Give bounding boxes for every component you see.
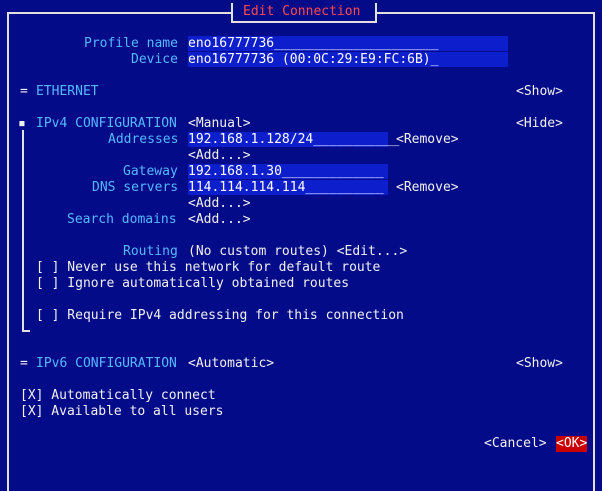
ethernet-show-button[interactable]: <Show> — [516, 84, 563, 100]
ipv6-label: IPv6 CONFIGURATION — [36, 356, 177, 371]
ipv6-marker: = — [20, 356, 28, 371]
search-domains-label: Search domains — [67, 212, 177, 227]
ipv4-method-select[interactable]: <Manual> — [188, 116, 251, 132]
terminal-window: { "dialog": { "title": "Edit Connection"… — [0, 0, 602, 491]
add-search-domain-button[interactable]: <Add...> — [188, 212, 251, 228]
dialog-title: Edit Connection — [243, 4, 361, 19]
never-default-route-checkbox[interactable]: [ ] Never use this network for default r… — [36, 260, 380, 276]
gateway-input[interactable]: 192.168.1.30_____________ — [188, 164, 388, 179]
ipv4-hide-button[interactable]: <Hide> — [516, 116, 563, 132]
require-ipv4-checkbox[interactable]: [ ] Require IPv4 addressing for this con… — [36, 308, 404, 324]
device-label: Device — [131, 52, 178, 67]
ethernet-label: ETHERNET — [36, 84, 99, 99]
ipv6-show-button[interactable]: <Show> — [516, 356, 563, 372]
all-users-checkbox[interactable]: [X] Available to all users — [20, 404, 224, 420]
remove-address-button[interactable]: <Remove> — [396, 132, 459, 148]
remove-dns-button[interactable]: <Remove> — [396, 180, 459, 196]
ipv6-method-select[interactable]: <Automatic> — [188, 356, 274, 372]
address-input[interactable]: 192.168.1.128/24___________ — [188, 132, 399, 147]
dns-input[interactable]: 114.114.114.114__________ — [188, 180, 388, 195]
ipv4-section-line — [22, 130, 24, 332]
ipv4-section-cap — [22, 330, 30, 332]
addresses-label: Addresses — [108, 132, 179, 147]
ignore-routes-checkbox[interactable]: [ ] Ignore automatically obtained routes — [36, 276, 349, 292]
profile-name-label: Profile name — [84, 36, 178, 51]
add-dns-button[interactable]: <Add...> — [188, 196, 251, 212]
cancel-button[interactable]: <Cancel> — [484, 436, 547, 452]
ethernet-marker: = — [20, 84, 28, 99]
dns-label: DNS servers — [92, 180, 179, 195]
add-address-button[interactable]: <Add...> — [188, 148, 251, 164]
profile-name-input[interactable]: eno16777736_____________________ — [188, 36, 508, 51]
routing-label: Routing — [123, 244, 178, 259]
auto-connect-checkbox[interactable]: [X] Automatically connect — [20, 388, 216, 404]
device-input[interactable]: eno16777736 (00:0C:29:E9:FC:6B)_ — [188, 52, 508, 67]
ok-button[interactable]: <OK> — [556, 436, 588, 452]
ipv4-label: IPv4 CONFIGURATION — [36, 116, 177, 131]
routing-edit-button[interactable]: (No custom routes) <Edit...> — [188, 244, 407, 260]
gateway-label: Gateway — [123, 164, 178, 179]
